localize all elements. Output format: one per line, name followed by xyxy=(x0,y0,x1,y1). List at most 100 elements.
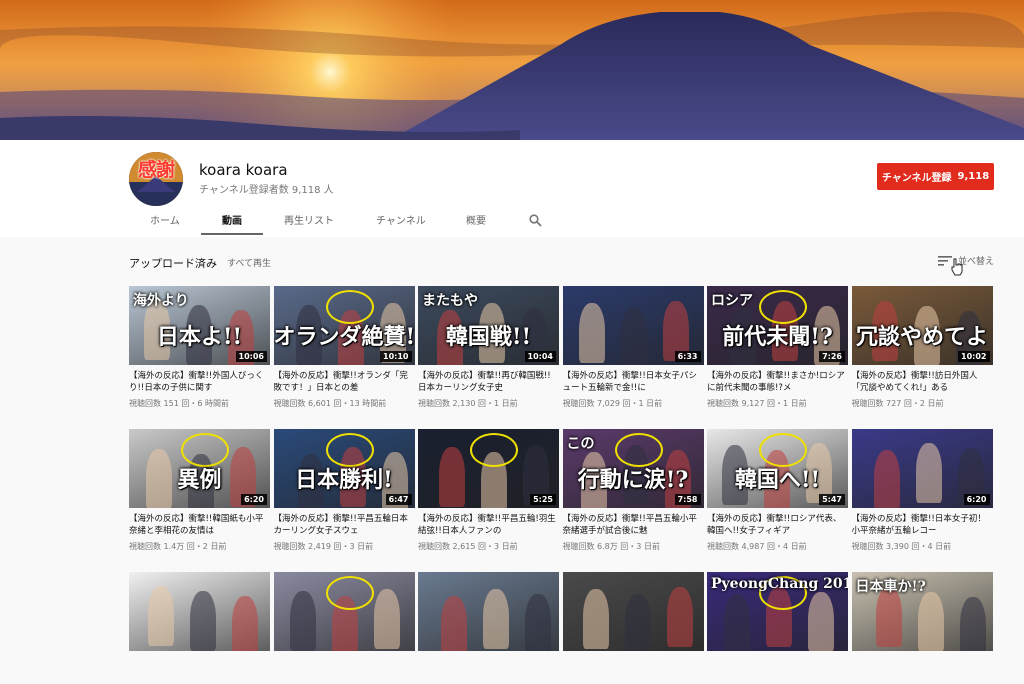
video-title[interactable]: 【海外の反応】衝撃!!オランダ「完敗です！」日本との差 xyxy=(274,370,415,394)
channel-avatar[interactable]: 感謝 xyxy=(129,152,183,206)
thumbnail-subtext: この xyxy=(566,436,595,452)
video-thumbnail[interactable]: オランダ絶賛! 10:10 xyxy=(273,286,415,365)
video-title[interactable] xyxy=(563,656,704,680)
thumbnail-figure xyxy=(190,591,216,651)
active-tab-indicator xyxy=(201,233,263,235)
video-card[interactable] xyxy=(562,572,704,684)
thumbnail-caption: 韓国戦!! xyxy=(445,324,532,350)
video-thumbnail[interactable]: この 行動に涙!? 7:58 xyxy=(562,429,704,508)
video-thumbnail[interactable]: 冗談やめてよ 10:02 xyxy=(851,286,993,365)
video-meta: 視聴回数 151 回・6 時間前 xyxy=(129,399,229,408)
video-duration: 6:33 xyxy=(674,351,701,362)
video-title[interactable]: 【海外の反応】衝撃!!まさか!ロシアに前代未聞の事態!?メ xyxy=(707,370,848,394)
video-card[interactable]: この 行動に涙!? 7:58 【海外の反応】衝撃!!平昌五輪小平奈緒選手が試合後に魅視… xyxy=(562,429,704,552)
video-meta: 視聴回数 4,987 回・4 日前 xyxy=(707,542,807,551)
mouse-cursor-icon xyxy=(950,258,964,280)
video-thumbnail[interactable]: 海外より 日本よ!! 10:06 xyxy=(129,286,270,365)
video-title[interactable]: 【海外の反応】衝撃!!平昌五輪小平奈緒選手が試合後に魅 xyxy=(563,513,704,537)
video-card[interactable]: PyeongChang 2018 xyxy=(707,572,848,684)
subscribe-label: チャンネル登録 xyxy=(881,173,952,184)
video-meta: 視聴回数 9,127 回・1 日前 xyxy=(707,399,807,408)
video-title[interactable]: 【海外の反応】衝撃!!外国人びっくり!!日本の子供に関す xyxy=(129,370,270,394)
search-icon[interactable] xyxy=(529,212,542,231)
thumbnail-subtext: 海外より xyxy=(133,293,189,309)
video-thumbnail[interactable]: ロシア 前代未聞!? 7:26 xyxy=(707,286,848,365)
thumbnail-figure xyxy=(148,586,174,646)
video-card[interactable] xyxy=(129,572,270,684)
video-meta: 視聴回数 2,130 回・1 日前 xyxy=(418,399,518,408)
tab-about[interactable]: 概要 xyxy=(466,212,486,227)
video-card[interactable]: 冗談やめてよ 10:02 【海外の反応】衝撃!!訪日外国人「冗談やめてくれ!」ある視… xyxy=(851,286,993,409)
tab-channels[interactable]: チャンネル xyxy=(376,212,426,227)
thumbnail-caption: 前代未聞!? xyxy=(722,324,833,350)
video-thumbnail[interactable] xyxy=(418,572,559,651)
video-card[interactable] xyxy=(418,572,559,684)
video-meta: 視聴回数 6,601 回・13 時間前 xyxy=(273,399,387,408)
thumbnail-figure xyxy=(959,597,986,651)
thumbnail-figure xyxy=(724,594,750,651)
video-thumbnail[interactable]: 6:33 xyxy=(562,286,704,365)
video-title[interactable]: 【海外の反応】衝撃!!再び韓国戦!!日本カーリング女子史 xyxy=(418,370,559,394)
video-thumbnail[interactable]: 韓国へ!! 5:47 xyxy=(707,429,848,508)
video-thumbnail[interactable]: PyeongChang 2018 xyxy=(707,572,848,651)
video-duration: 7:58 xyxy=(674,494,701,505)
thumbnail-figure xyxy=(289,591,316,651)
video-thumbnail[interactable] xyxy=(562,572,704,651)
thumbnail-figure xyxy=(624,594,651,651)
video-card[interactable] xyxy=(273,572,415,684)
thumbnail-caption: 日本よ!! xyxy=(156,324,243,350)
video-title[interactable]: 【海外の反応】衝撃!!平昌五輪!羽生結弦!!日本人ファンの xyxy=(418,513,559,537)
video-thumbnail[interactable]: 5:25 xyxy=(418,429,559,508)
play-all-link[interactable]: すべて再生 xyxy=(227,256,271,269)
video-title[interactable]: 【海外の反応】衝撃!!日本女子初！小平奈緒が五輪レコー xyxy=(852,513,993,537)
video-thumbnail[interactable]: またもや 韓国戦!! 10:04 xyxy=(418,286,559,365)
video-thumbnail[interactable] xyxy=(273,572,415,651)
video-card[interactable]: 5:25 【海外の反応】衝撃!!平昌五輪!羽生結弦!!日本人ファンの視聴回数 2,… xyxy=(418,429,559,552)
video-title[interactable] xyxy=(707,656,848,680)
video-card[interactable]: 異例 6:20 【海外の反応】衝撃!!韓国紙も小平奈緒と李相花の友情は 視聴回数 1.… xyxy=(129,429,270,552)
video-card[interactable]: またもや 韓国戦!! 10:04 【海外の反応】衝撃!!再び韓国戦!!日本カーリング女… xyxy=(418,286,559,409)
video-thumbnail[interactable] xyxy=(129,572,270,651)
video-duration: 5:47 xyxy=(819,494,845,505)
video-meta: 視聴回数 7,029 回・1 日前 xyxy=(562,399,663,408)
video-card[interactable]: オランダ絶賛! 10:10 【海外の反応】衝撃!!オランダ「完敗です！」日本との差視… xyxy=(273,286,415,409)
tab-videos[interactable]: 動画 xyxy=(222,212,242,227)
thumbnail-figure xyxy=(441,596,467,651)
video-meta: 視聴回数 2,615 回・3 日前 xyxy=(418,542,518,551)
video-title[interactable]: 【海外の反応】衝撃!!ロシア代表、韓国へ!!女子フィギア xyxy=(707,513,848,537)
video-thumbnail[interactable]: 6:20 xyxy=(851,429,993,508)
video-meta: 視聴回数 2,419 回・3 日前 xyxy=(273,542,374,551)
video-title[interactable] xyxy=(418,656,559,680)
video-duration: 10:04 xyxy=(524,351,556,362)
video-thumbnail[interactable]: 日本車か!? xyxy=(851,572,993,651)
video-title[interactable] xyxy=(852,656,993,680)
video-card[interactable]: 6:20 【海外の反応】衝撃!!日本女子初！小平奈緒が五輪レコー 視聴回数 3,39… xyxy=(851,429,993,552)
thumbnail-figure xyxy=(620,308,647,365)
video-duration: 5:25 xyxy=(530,494,556,505)
video-title[interactable] xyxy=(274,656,415,680)
video-thumbnail[interactable]: 異例 6:20 xyxy=(129,429,270,508)
thumbnail-figure xyxy=(578,303,605,363)
tab-home[interactable]: ホーム xyxy=(150,212,180,227)
tab-playlists[interactable]: 再生リスト xyxy=(284,212,334,227)
video-card[interactable]: 6:33 【海外の反応】衝撃!!日本女子パシュート五輪新で金!!に視聴回数 7,0… xyxy=(562,286,704,409)
video-card[interactable]: 海外より 日本よ!! 10:06 【海外の反応】衝撃!!外国人びっくり!!日本の子供に… xyxy=(129,286,270,409)
video-thumbnail[interactable]: 日本勝利! 6:47 xyxy=(273,429,415,508)
channel-name[interactable]: koara koara xyxy=(199,161,288,179)
subscribe-button[interactable]: チャンネル登録 9,118 xyxy=(877,163,994,190)
sort-button[interactable]: 並べ替え xyxy=(938,254,994,267)
subscriber-count: チャンネル登録者数 9,118 人 xyxy=(199,185,334,196)
video-title[interactable]: 【海外の反応】衝撃!!訪日外国人「冗談やめてくれ!」ある xyxy=(852,370,993,394)
video-title[interactable]: 【海外の反応】衝撃!!日本女子パシュート五輪新で金!!に xyxy=(563,370,704,394)
video-card[interactable]: ロシア 前代未聞!? 7:26 【海外の反応】衝撃!!まさか!ロシアに前代未聞の事態!… xyxy=(707,286,848,409)
video-title[interactable] xyxy=(129,656,270,680)
video-title[interactable]: 【海外の反応】衝撃!!韓国紙も小平奈緒と李相花の友情は xyxy=(129,513,270,537)
video-card[interactable]: 日本車か!? xyxy=(851,572,993,684)
video-duration: 10:02 xyxy=(958,351,990,362)
thumbnail-caption: 異例 xyxy=(177,467,222,493)
video-card[interactable]: 日本勝利! 6:47 【海外の反応】衝撃!!平昌五輪日本カーリング女子スウェ視聴回数… xyxy=(273,429,415,552)
thumbnail-figure xyxy=(915,443,942,503)
video-duration: 10:10 xyxy=(380,351,412,362)
video-card[interactable]: 韓国へ!! 5:47 【海外の反応】衝撃!!ロシア代表、韓国へ!!女子フィギア視聴回… xyxy=(707,429,848,552)
video-title[interactable]: 【海外の反応】衝撃!!平昌五輪日本カーリング女子スウェ xyxy=(274,513,415,537)
